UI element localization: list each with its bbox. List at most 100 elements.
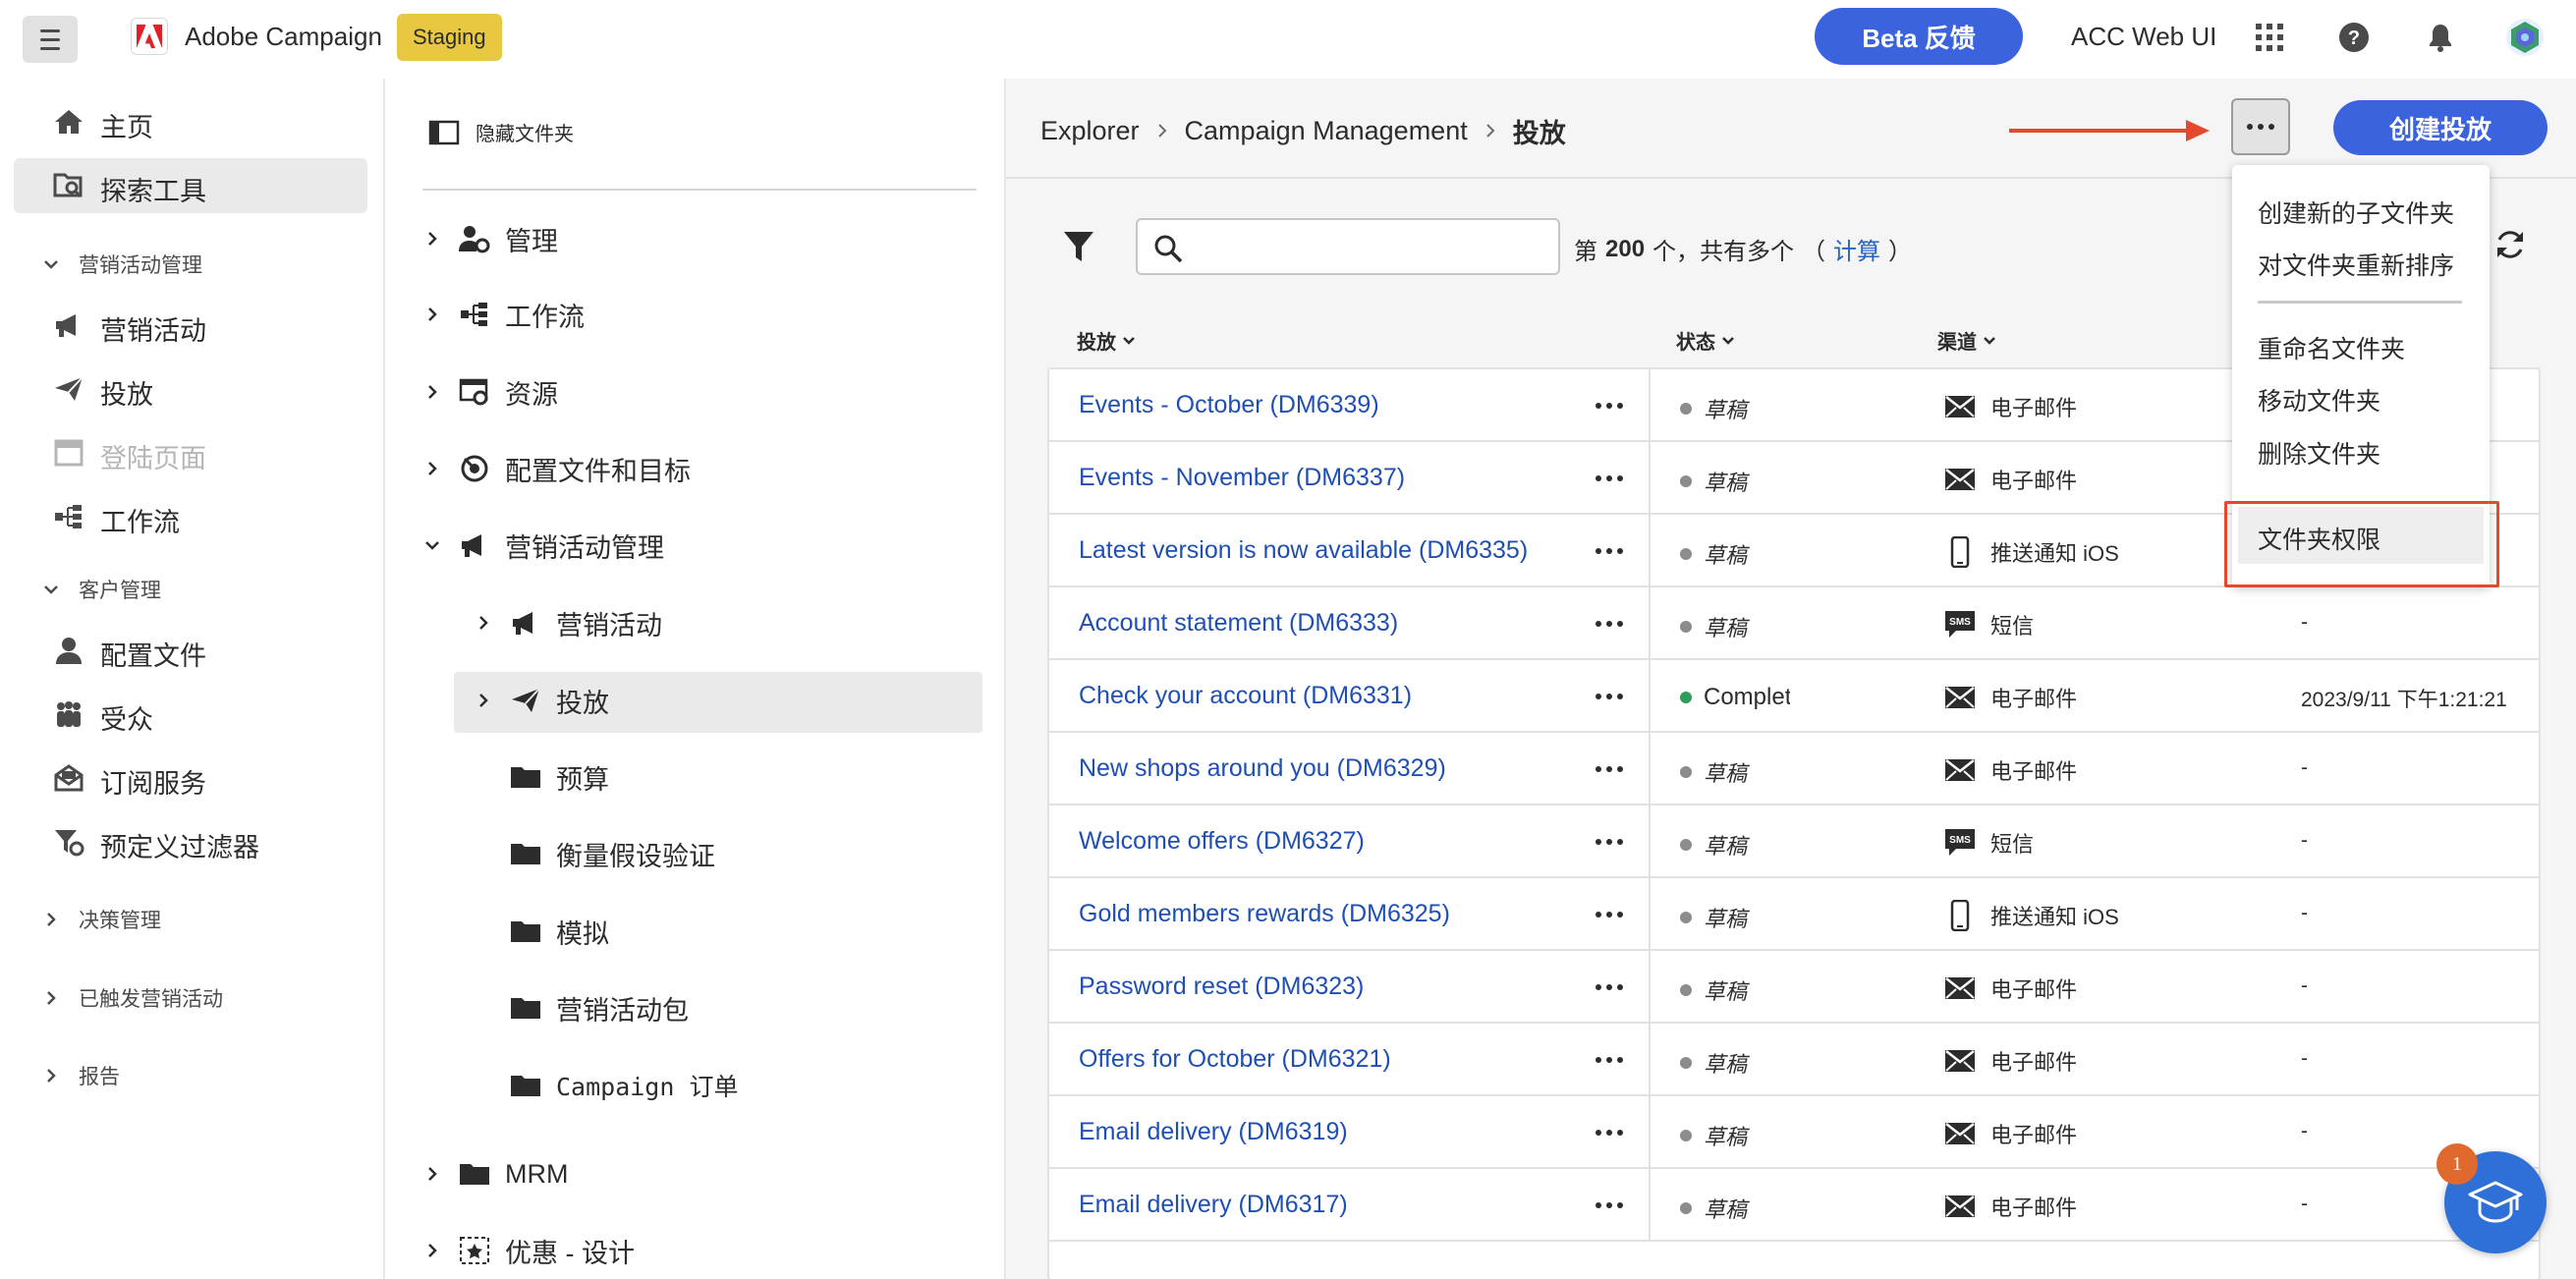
more-dot xyxy=(1606,694,1612,699)
nav-deliveries[interactable]: 投放 xyxy=(14,361,367,417)
nav-explorer[interactable]: 探索工具 xyxy=(14,158,367,213)
hide-folders-button[interactable]: 隐藏文件夹 xyxy=(428,118,574,146)
calculate-link[interactable]: 计算 xyxy=(1833,232,1880,266)
landing-page-icon xyxy=(54,439,84,467)
row-more-actions-button[interactable] xyxy=(1596,1130,1623,1136)
menu-create-subfolder[interactable]: 创建新的子文件夹 xyxy=(2258,195,2454,230)
table-row[interactable]: Check your account (DM6331) Completed 电子邮件… xyxy=(1049,660,2539,733)
row-more-actions-button[interactable] xyxy=(1596,984,1623,990)
row-more-actions-button[interactable] xyxy=(1596,621,1623,627)
more-dot xyxy=(1596,475,1601,481)
delivery-name-link[interactable]: Account statement (DM6333) xyxy=(1079,609,1398,638)
nav-workflows[interactable]: 工作流 xyxy=(14,489,367,544)
row-more-actions-button[interactable] xyxy=(1596,1057,1623,1063)
app-switcher-icon[interactable] xyxy=(2248,16,2291,59)
chevron-right-icon xyxy=(472,615,495,631)
column-header-delivery[interactable]: 投放 xyxy=(1077,326,1136,355)
nav-section-triggered-campaigns[interactable]: 已触发营销活动 xyxy=(39,983,223,1013)
nav-section-label: 决策管理 xyxy=(79,910,161,932)
more-dot xyxy=(1596,403,1601,409)
paper-plane-icon xyxy=(55,376,84,401)
tree-folder-mrm[interactable]: MRM xyxy=(420,1146,568,1201)
more-dot xyxy=(1617,475,1623,481)
delivery-name-link[interactable]: Offers for October (DM6321) xyxy=(1079,1045,1391,1074)
status-dot-icon xyxy=(1680,1130,1692,1141)
tree-folder-resources[interactable]: 资源 xyxy=(420,364,558,419)
row-more-actions-button[interactable] xyxy=(1596,548,1623,554)
delivery-name-link[interactable]: Gold members rewards (DM6325) xyxy=(1079,900,1450,928)
tree-folder-admin[interactable]: 管理 xyxy=(420,211,558,266)
delivery-name-link[interactable]: Email delivery (DM6317) xyxy=(1079,1191,1348,1219)
tree-folder-offer-design[interactable]: 优惠 - 设计 xyxy=(420,1223,635,1278)
tree-folder-campaign-management[interactable]: 营销活动管理 xyxy=(420,518,664,573)
status-dot-icon xyxy=(1680,766,1692,778)
folder-icon xyxy=(458,1159,491,1189)
tree-folder-budgets[interactable]: 预算 xyxy=(509,750,609,805)
table-row[interactable]: Email delivery (DM6317) 草稿 电子邮件 - xyxy=(1049,1169,2539,1242)
table-row[interactable]: Account statement (DM6333) 草稿 SMS 短信 - xyxy=(1049,587,2539,660)
nav-audiences[interactable]: 受众 xyxy=(14,687,367,742)
status-label: 草稿 xyxy=(1704,907,1748,931)
more-actions-button[interactable] xyxy=(2231,98,2290,155)
menu-reorder-folders[interactable]: 对文件夹重新排序 xyxy=(2258,247,2454,282)
user-avatar[interactable] xyxy=(2503,16,2547,59)
column-header-status[interactable]: 状态 xyxy=(1676,326,1735,355)
tree-folder-campaign-orders[interactable]: Campaign 订单 xyxy=(509,1058,738,1113)
search-input[interactable] xyxy=(1193,230,1546,265)
delivery-name-link[interactable]: Latest version is now available (DM6335) xyxy=(1079,536,1528,565)
row-more-actions-button[interactable] xyxy=(1596,694,1623,699)
table-row[interactable]: Email delivery (DM6319) 草稿 电子邮件 - xyxy=(1049,1096,2539,1169)
nav-section-decision-management[interactable]: 决策管理 xyxy=(39,905,161,934)
row-more-actions-button[interactable] xyxy=(1596,475,1623,481)
help-icon[interactable]: ? xyxy=(2332,16,2376,59)
nav-section-campaign-management[interactable]: 营销活动管理 xyxy=(39,250,202,279)
status-label: 草稿 xyxy=(1704,1197,1748,1222)
nav-profiles[interactable]: 配置文件 xyxy=(14,623,367,678)
tree-label: 营销活动管理 xyxy=(505,532,664,563)
delivery-name-link[interactable]: Welcome offers (DM6327) xyxy=(1079,827,1365,856)
delivery-name-link[interactable]: Check your account (DM6331) xyxy=(1079,682,1412,710)
delivery-name-link[interactable]: Events - November (DM6337) xyxy=(1079,464,1405,492)
tree-folder-deliveries[interactable]: 投放 xyxy=(472,673,609,728)
row-more-actions-button[interactable] xyxy=(1596,1202,1623,1208)
tree-folder-hypotheses[interactable]: 衡量假设验证 xyxy=(509,826,715,881)
search-field[interactable] xyxy=(1136,218,1560,275)
filter-icon[interactable] xyxy=(1063,230,1094,263)
table-row[interactable]: Gold members rewards (DM6325) 草稿 推送通知 iOS - xyxy=(1049,878,2539,951)
row-more-actions-button[interactable] xyxy=(1596,912,1623,918)
nav-subscription-services[interactable]: 订阅服务 xyxy=(14,751,367,806)
beta-feedback-button[interactable]: Beta 反馈 xyxy=(1815,8,2023,65)
table-row[interactable]: Welcome offers (DM6327) 草稿 SMS 短信 - xyxy=(1049,806,2539,878)
target-icon xyxy=(458,454,491,483)
nav-home[interactable]: 主页 xyxy=(14,94,367,149)
delivery-name-link[interactable]: Events - October (DM6339) xyxy=(1079,391,1379,419)
refresh-icon[interactable] xyxy=(2493,228,2527,261)
nav-predefined-filters[interactable]: 预定义过滤器 xyxy=(14,814,367,869)
row-more-actions-button[interactable] xyxy=(1596,403,1623,409)
row-more-actions-button[interactable] xyxy=(1596,766,1623,772)
table-row[interactable]: Offers for October (DM6321) 草稿 电子邮件 - xyxy=(1049,1024,2539,1096)
breadcrumb-root[interactable]: Explorer xyxy=(1040,116,1140,146)
menu-rename-folder[interactable]: 重命名文件夹 xyxy=(2258,330,2405,365)
breadcrumb-middle[interactable]: Campaign Management xyxy=(1185,116,1468,146)
delivery-name-link[interactable]: Password reset (DM6323) xyxy=(1079,973,1364,1001)
column-header-channel[interactable]: 渠道 xyxy=(1937,326,1996,355)
nav-section-customer-management[interactable]: 客户管理 xyxy=(39,575,161,604)
tree-folder-campaign-packages[interactable]: 营销活动包 xyxy=(509,980,689,1035)
tree-folder-campaigns[interactable]: 营销活动 xyxy=(472,595,662,650)
nav-section-reports[interactable]: 报告 xyxy=(39,1061,120,1090)
table-row[interactable]: New shops around you (DM6329) 草稿 电子邮件 - xyxy=(1049,733,2539,806)
tree-folder-workflow[interactable]: 工作流 xyxy=(420,287,585,342)
nav-campaigns[interactable]: 营销活动 xyxy=(14,298,367,353)
row-more-actions-button[interactable] xyxy=(1596,839,1623,845)
table-row[interactable]: Password reset (DM6323) 草稿 电子邮件 - xyxy=(1049,951,2539,1024)
tree-folder-simulations[interactable]: 模拟 xyxy=(509,904,609,959)
menu-toggle-button[interactable] xyxy=(23,16,78,63)
tree-folder-profiles-targets[interactable]: 配置文件和目标 xyxy=(420,441,691,496)
create-delivery-button[interactable]: 创建投放 xyxy=(2333,100,2548,155)
delivery-name-link[interactable]: New shops around you (DM6329) xyxy=(1079,754,1446,783)
delivery-name-link[interactable]: Email delivery (DM6319) xyxy=(1079,1118,1348,1146)
menu-delete-folder[interactable]: 删除文件夹 xyxy=(2258,435,2380,471)
notification-bell-icon[interactable] xyxy=(2419,16,2462,59)
menu-move-folder[interactable]: 移动文件夹 xyxy=(2258,382,2380,417)
